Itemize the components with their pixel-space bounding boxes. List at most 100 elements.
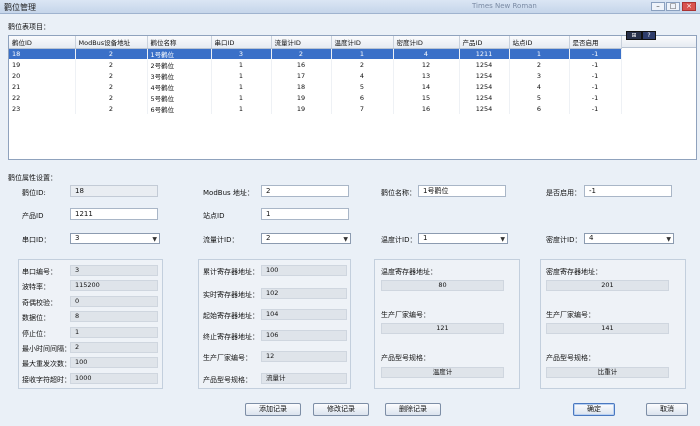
station-id-label: 站点ID (203, 212, 225, 220)
serial-info-label: 数据位： (22, 314, 50, 322)
serial-info-panel (18, 259, 163, 389)
edit-record-button[interactable]: 修改记录 (313, 403, 369, 416)
table-cell: 2 (75, 103, 148, 114)
table-cell: 1号鹳位 (147, 48, 212, 59)
serial-info-label: 波特率： (22, 283, 50, 291)
table-cell: 12 (393, 59, 460, 70)
table-row[interactable]: 19 2 2号鹳位 1 16 2 12 1254 2 -1 (9, 59, 622, 70)
density-id-select[interactable]: 4 ▼ (584, 233, 674, 244)
table-cell: 5号鹳位 (147, 92, 212, 103)
table-cell: 1254 (459, 81, 510, 92)
column-header[interactable]: 鹳位名称 (147, 36, 212, 49)
close-button[interactable]: × (682, 2, 696, 11)
table-cell: 18 (271, 81, 332, 92)
table-cell: 16 (271, 59, 332, 70)
serial-id-select[interactable]: 3 ▼ (70, 233, 160, 244)
table-cell: 2 (331, 59, 394, 70)
modbus-field[interactable]: 2 (261, 185, 349, 197)
serial-info-value: 2 (70, 342, 158, 353)
product-id-field[interactable]: 1211 (70, 208, 158, 220)
serial-info-value: 1000 (70, 373, 158, 384)
column-header[interactable]: 鹳位ID (9, 36, 76, 49)
station-id-field[interactable]: 1 (261, 208, 349, 220)
temp-id-value: 1 (423, 234, 428, 242)
crane-name-field[interactable]: 1号鹳位 (418, 185, 506, 197)
temp-register-label: 温度寄存器地址： (381, 268, 437, 276)
cancel-button[interactable]: 取消 (646, 403, 688, 416)
table-cell: 23 (9, 103, 76, 114)
serial-info-value: 115200 (70, 280, 158, 291)
table-row[interactable]: 22 2 5号鹳位 1 19 6 15 1254 5 -1 (9, 92, 622, 103)
table-cell: 1 (509, 48, 570, 59)
table-cell: 4 (509, 81, 570, 92)
enabled-label: 是否启用： (546, 189, 581, 197)
flow-info-label: 产品型号规格： (203, 376, 252, 384)
title-bar: 鹳位管理 Times New Roman – □ × (0, 0, 700, 14)
minimize-button[interactable]: – (651, 2, 665, 11)
table-cell: 15 (393, 92, 460, 103)
column-header[interactable]: 产品ID (459, 36, 510, 49)
table-cell: 19 (271, 92, 332, 103)
chevron-down-icon: ▼ (666, 236, 671, 243)
table-cell: 13 (393, 70, 460, 81)
temp-model-value: 温度计 (381, 367, 504, 378)
table-cell: 1211 (459, 48, 510, 59)
table-cell: -1 (569, 48, 622, 59)
toolbar-grip-icon[interactable]: ⊞ (626, 31, 642, 40)
column-header[interactable]: 站点ID (509, 36, 570, 49)
delete-record-button[interactable]: 删除记录 (385, 403, 441, 416)
table-cell: 1254 (459, 59, 510, 70)
table-cell: 2 (75, 92, 148, 103)
serial-info-label: 接收字符超时： (22, 376, 71, 384)
table-row[interactable]: 18 2 1号鹳位 3 2 1 4 1211 1 -1 (9, 48, 622, 59)
table-cell: -1 (569, 81, 622, 92)
table-cell: 5 (331, 81, 394, 92)
background-font-text: Times New Roman (472, 2, 537, 10)
table-cell: 19 (271, 103, 332, 114)
column-header[interactable]: 密度计ID (393, 36, 460, 49)
maximize-button[interactable]: □ (666, 2, 680, 11)
column-header[interactable]: 温度计ID (331, 36, 394, 49)
crane-table-grid: 鹳位ID ModBus设备地址 鹳位名称 串口ID 流量计ID 温度计ID 密度… (9, 36, 622, 114)
table-cell: 14 (393, 81, 460, 92)
column-header[interactable]: ModBus设备地址 (75, 36, 148, 49)
table-cell: 21 (9, 81, 76, 92)
props-section-label: 鹳位属性设置： (8, 174, 57, 182)
density-model-value: 比重计 (546, 367, 669, 378)
flow-id-select[interactable]: 2 ▼ (261, 233, 351, 244)
help-icon[interactable]: ? (642, 31, 656, 40)
temp-maker-value: 121 (381, 323, 504, 334)
product-id-label: 产品ID (22, 212, 44, 220)
serial-info-label: 最大重发次数： (22, 360, 71, 368)
table-row[interactable]: 21 2 4号鹳位 1 18 5 14 1254 4 -1 (9, 81, 622, 92)
serial-info-value: 100 (70, 357, 158, 368)
temp-id-select[interactable]: 1 ▼ (418, 233, 508, 244)
flow-id-label: 流量计ID： (203, 236, 239, 244)
modbus-label: ModBus 地址： (203, 189, 254, 197)
table-row[interactable]: 20 2 3号鹳位 1 17 4 13 1254 3 -1 (9, 70, 622, 81)
add-record-button[interactable]: 添加记录 (245, 403, 301, 416)
table-cell: 1254 (459, 92, 510, 103)
column-header[interactable]: 是否启用 (569, 36, 622, 49)
crane-table[interactable]: 鹳位ID ModBus设备地址 鹳位名称 串口ID 流量计ID 温度计ID 密度… (8, 35, 697, 160)
table-row[interactable]: 23 2 6号鹳位 1 19 7 16 1254 6 -1 (9, 103, 622, 114)
table-cell: 4 (393, 48, 460, 59)
table-cell: 6号鹳位 (147, 103, 212, 114)
column-header[interactable]: 流量计ID (271, 36, 332, 49)
flow-meter-panel (198, 259, 351, 389)
density-register-value: 201 (546, 280, 669, 291)
flow-info-value: 流量计 (261, 373, 347, 384)
table-cell: 2 (271, 48, 332, 59)
density-id-label: 密度计ID： (546, 236, 582, 244)
serial-info-value: 3 (70, 265, 158, 276)
table-cell: 22 (9, 92, 76, 103)
table-cell: -1 (569, 103, 622, 114)
serial-id-value: 3 (75, 234, 80, 242)
table-cell: 7 (331, 103, 394, 114)
list-section-label: 鹳位表项目： (8, 23, 50, 31)
enabled-field[interactable]: -1 (584, 185, 672, 197)
density-maker-label: 生产厂家编号： (546, 311, 595, 319)
table-cell: -1 (569, 70, 622, 81)
column-header[interactable]: 串口ID (211, 36, 272, 49)
ok-button[interactable]: 确定 (573, 403, 615, 416)
